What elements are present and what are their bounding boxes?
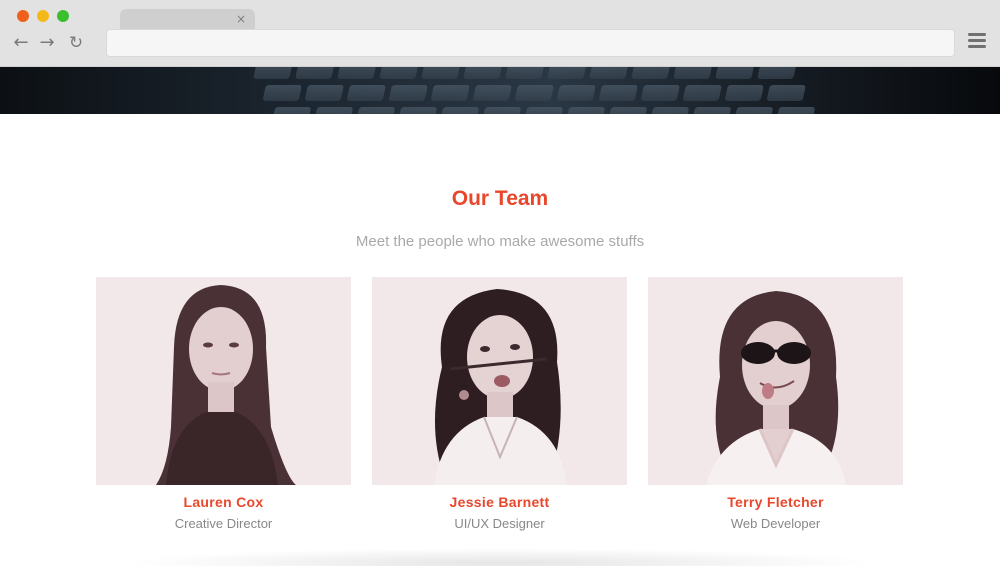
keyboard-key — [505, 67, 545, 79]
member-photo — [648, 277, 903, 485]
keyboard-key — [682, 85, 722, 101]
forward-arrow-icon[interactable]: → — [37, 33, 57, 53]
keyboard-key — [514, 85, 554, 101]
keyboard-key — [421, 67, 461, 79]
keyboard-key — [262, 85, 302, 101]
member-name: Lauren Cox — [183, 494, 264, 510]
keyboard-key — [775, 107, 816, 114]
keyboard-key — [388, 85, 428, 101]
hamburger-menu-icon[interactable] — [968, 33, 988, 53]
member-role: Creative Director — [174, 516, 273, 531]
minimize-window-button[interactable] — [37, 10, 49, 22]
team-member-card: Jessie Barnett UI/UX Designer — [372, 277, 627, 531]
keyboard-key — [355, 107, 396, 114]
keyboard-key — [472, 85, 512, 101]
back-arrow-icon[interactable]: ← — [11, 33, 31, 53]
keyboard-key — [379, 67, 419, 79]
keyboard-key — [691, 107, 732, 114]
section-shadow — [120, 548, 880, 566]
member-role: UI/UX Designer — [454, 516, 545, 531]
keyboard-key — [346, 85, 386, 101]
team-member-card: Lauren Cox Creative Director — [96, 277, 351, 531]
keyboard-key — [589, 67, 629, 79]
member-name: Jessie Barnett — [449, 494, 550, 510]
member-photo — [372, 277, 627, 485]
section-title: Our Team — [451, 187, 549, 210]
member-name: Terry Fletcher — [727, 494, 824, 510]
tab-close-icon[interactable]: × — [236, 11, 246, 27]
close-window-button[interactable] — [17, 10, 29, 22]
maximize-window-button[interactable] — [57, 10, 69, 22]
keyboard-key — [766, 85, 806, 101]
team-member-card: Terry Fletcher Web Developer — [648, 277, 903, 531]
keyboard-key — [337, 67, 377, 79]
keyboard-key — [649, 107, 690, 114]
section-subtitle: Meet the people who make awesome stuffs — [355, 233, 645, 250]
keyboard-key — [463, 67, 503, 79]
address-bar[interactable] — [106, 29, 955, 57]
keyboard-key — [295, 67, 335, 79]
keyboard-key — [313, 107, 354, 114]
keyboard-key — [640, 85, 680, 101]
keyboard-key — [556, 85, 596, 101]
keyboard-key — [631, 67, 671, 79]
keyboard-key — [733, 107, 774, 114]
keyboard-key — [715, 67, 755, 79]
keyboard-key — [673, 67, 713, 79]
keyboard-key — [397, 107, 438, 114]
keyboard-key — [523, 107, 564, 114]
keyboard-key — [565, 107, 606, 114]
keyboard-key — [724, 85, 764, 101]
keyboard-key — [253, 67, 293, 79]
keyboard-key — [481, 107, 522, 114]
keyboard-key — [757, 67, 797, 79]
member-role: Web Developer — [730, 516, 821, 531]
browser-chrome: × ← → ↻ — [0, 0, 1000, 67]
hero-keyboard-image — [0, 67, 1000, 114]
keyboard-key — [304, 85, 344, 101]
keyboard-key — [430, 85, 470, 101]
keyboard-key — [598, 85, 638, 101]
keyboard-key — [607, 107, 648, 114]
member-photo — [96, 277, 351, 485]
browser-tab[interactable]: × — [120, 9, 255, 31]
keyboard-key — [547, 67, 587, 79]
keyboard-key — [271, 107, 312, 114]
reload-icon[interactable]: ↻ — [66, 33, 86, 53]
keyboard-key — [439, 107, 480, 114]
